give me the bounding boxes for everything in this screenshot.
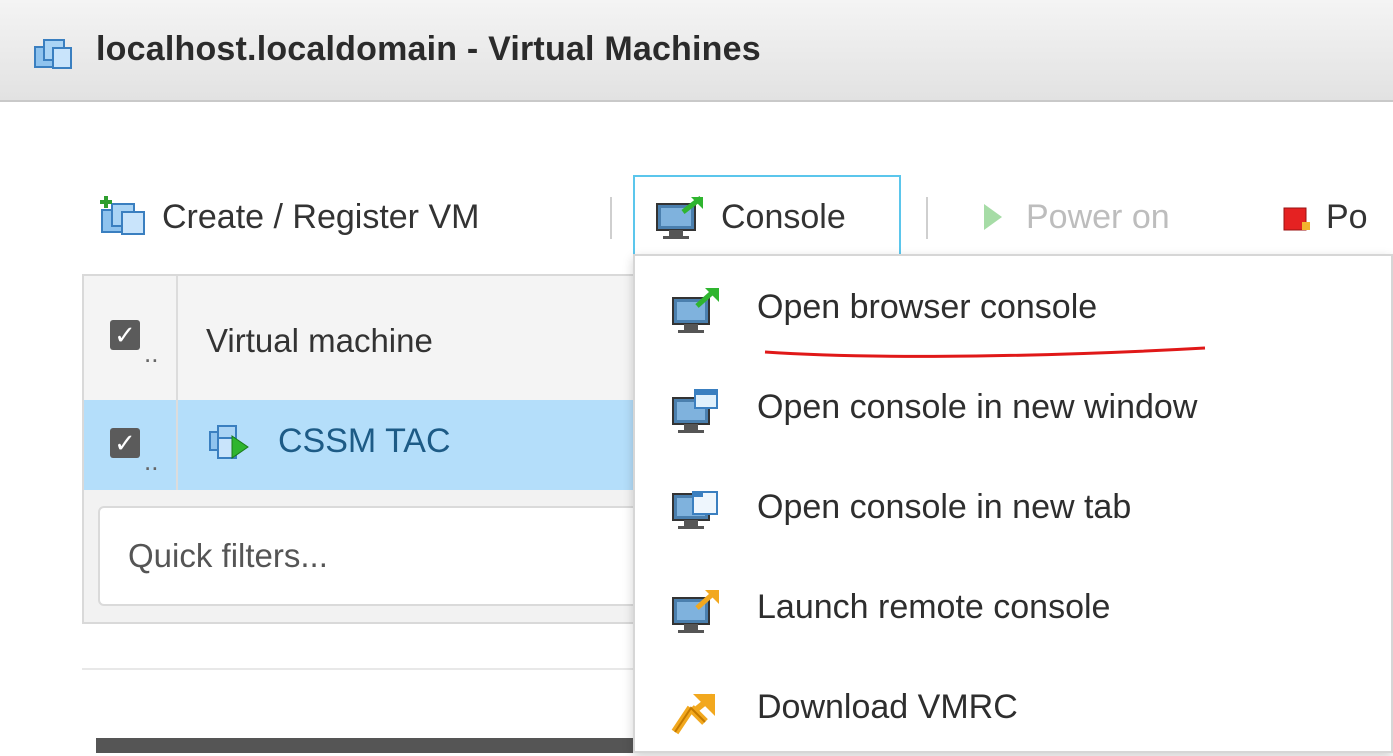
window-titlebar: localhost.localdomain - Virtual Machines bbox=[0, 0, 1393, 102]
power-on-button[interactable]: Power on bbox=[982, 175, 1170, 259]
table-row[interactable]: ✓ .. CSSM TAC bbox=[84, 400, 640, 491]
console-label: Console bbox=[721, 197, 846, 236]
toolbar-separator bbox=[610, 197, 612, 239]
column-header-virtual-machine[interactable]: Virtual machine bbox=[206, 322, 433, 360]
window-title: localhost.localdomain - Virtual Machines bbox=[96, 30, 761, 68]
menu-item-open-browser-console[interactable]: Open browser console bbox=[635, 260, 1391, 358]
divider bbox=[82, 668, 642, 670]
create-register-vm-label: Create / Register VM bbox=[162, 197, 480, 236]
console-dropdown-menu: Open browser console Open console in new… bbox=[633, 254, 1393, 753]
play-icon bbox=[984, 204, 1002, 230]
column-divider bbox=[176, 276, 178, 490]
red-annotation-underline bbox=[764, 346, 1206, 358]
menu-item-launch-remote-console[interactable]: Launch remote console bbox=[635, 560, 1391, 656]
console-icon bbox=[656, 196, 703, 239]
remote-console-icon bbox=[672, 590, 719, 633]
vmrc-download-icon bbox=[671, 693, 715, 735]
row-ellipsis: .. bbox=[144, 446, 159, 476]
menu-item-open-console-new-window[interactable]: Open console in new window bbox=[635, 360, 1391, 456]
vm-toolbar: Create / Register VM Console Power on Po bbox=[0, 175, 1393, 259]
select-all-checkbox[interactable]: ✓ bbox=[110, 320, 140, 350]
console-window-icon bbox=[672, 389, 718, 433]
create-register-vm-button[interactable]: Create / Register VM bbox=[98, 175, 479, 259]
power-on-label: Power on bbox=[1026, 197, 1170, 236]
vm-powered-on-icon bbox=[209, 425, 249, 459]
power-off-button[interactable]: Po bbox=[1280, 175, 1368, 259]
vm-name-link[interactable]: CSSM TAC bbox=[278, 422, 451, 461]
console-tab-icon bbox=[672, 491, 718, 529]
toolbar-separator bbox=[926, 197, 928, 239]
stop-icon bbox=[1283, 207, 1310, 231]
vm-group-icon bbox=[34, 39, 72, 69]
quick-filters-input[interactable]: Quick filters... bbox=[98, 506, 658, 606]
menu-item-label: Open console in new window bbox=[757, 388, 1198, 426]
menu-item-download-vmrc[interactable]: Download VMRC bbox=[635, 660, 1391, 756]
bottom-panel-edge bbox=[96, 738, 644, 753]
vm-grid: ✓ .. Virtual machine ✓ .. CSSM TAC Quick… bbox=[82, 274, 658, 624]
grid-header: ✓ .. Virtual machine bbox=[84, 276, 640, 401]
browser-console-icon bbox=[672, 288, 719, 333]
menu-item-open-console-new-tab[interactable]: Open console in new tab bbox=[635, 460, 1391, 556]
menu-item-label: Launch remote console bbox=[757, 588, 1111, 626]
menu-item-label: Download VMRC bbox=[757, 688, 1018, 726]
console-button[interactable]: Console bbox=[633, 175, 901, 259]
menu-item-label: Open console in new tab bbox=[757, 488, 1132, 526]
header-ellipsis: .. bbox=[144, 338, 159, 368]
filter-area: Quick filters... bbox=[84, 490, 658, 622]
create-vm-icon bbox=[100, 196, 145, 235]
power-off-label: Po bbox=[1326, 197, 1368, 236]
row-checkbox[interactable]: ✓ bbox=[110, 428, 140, 458]
menu-item-label: Open browser console bbox=[757, 288, 1098, 326]
